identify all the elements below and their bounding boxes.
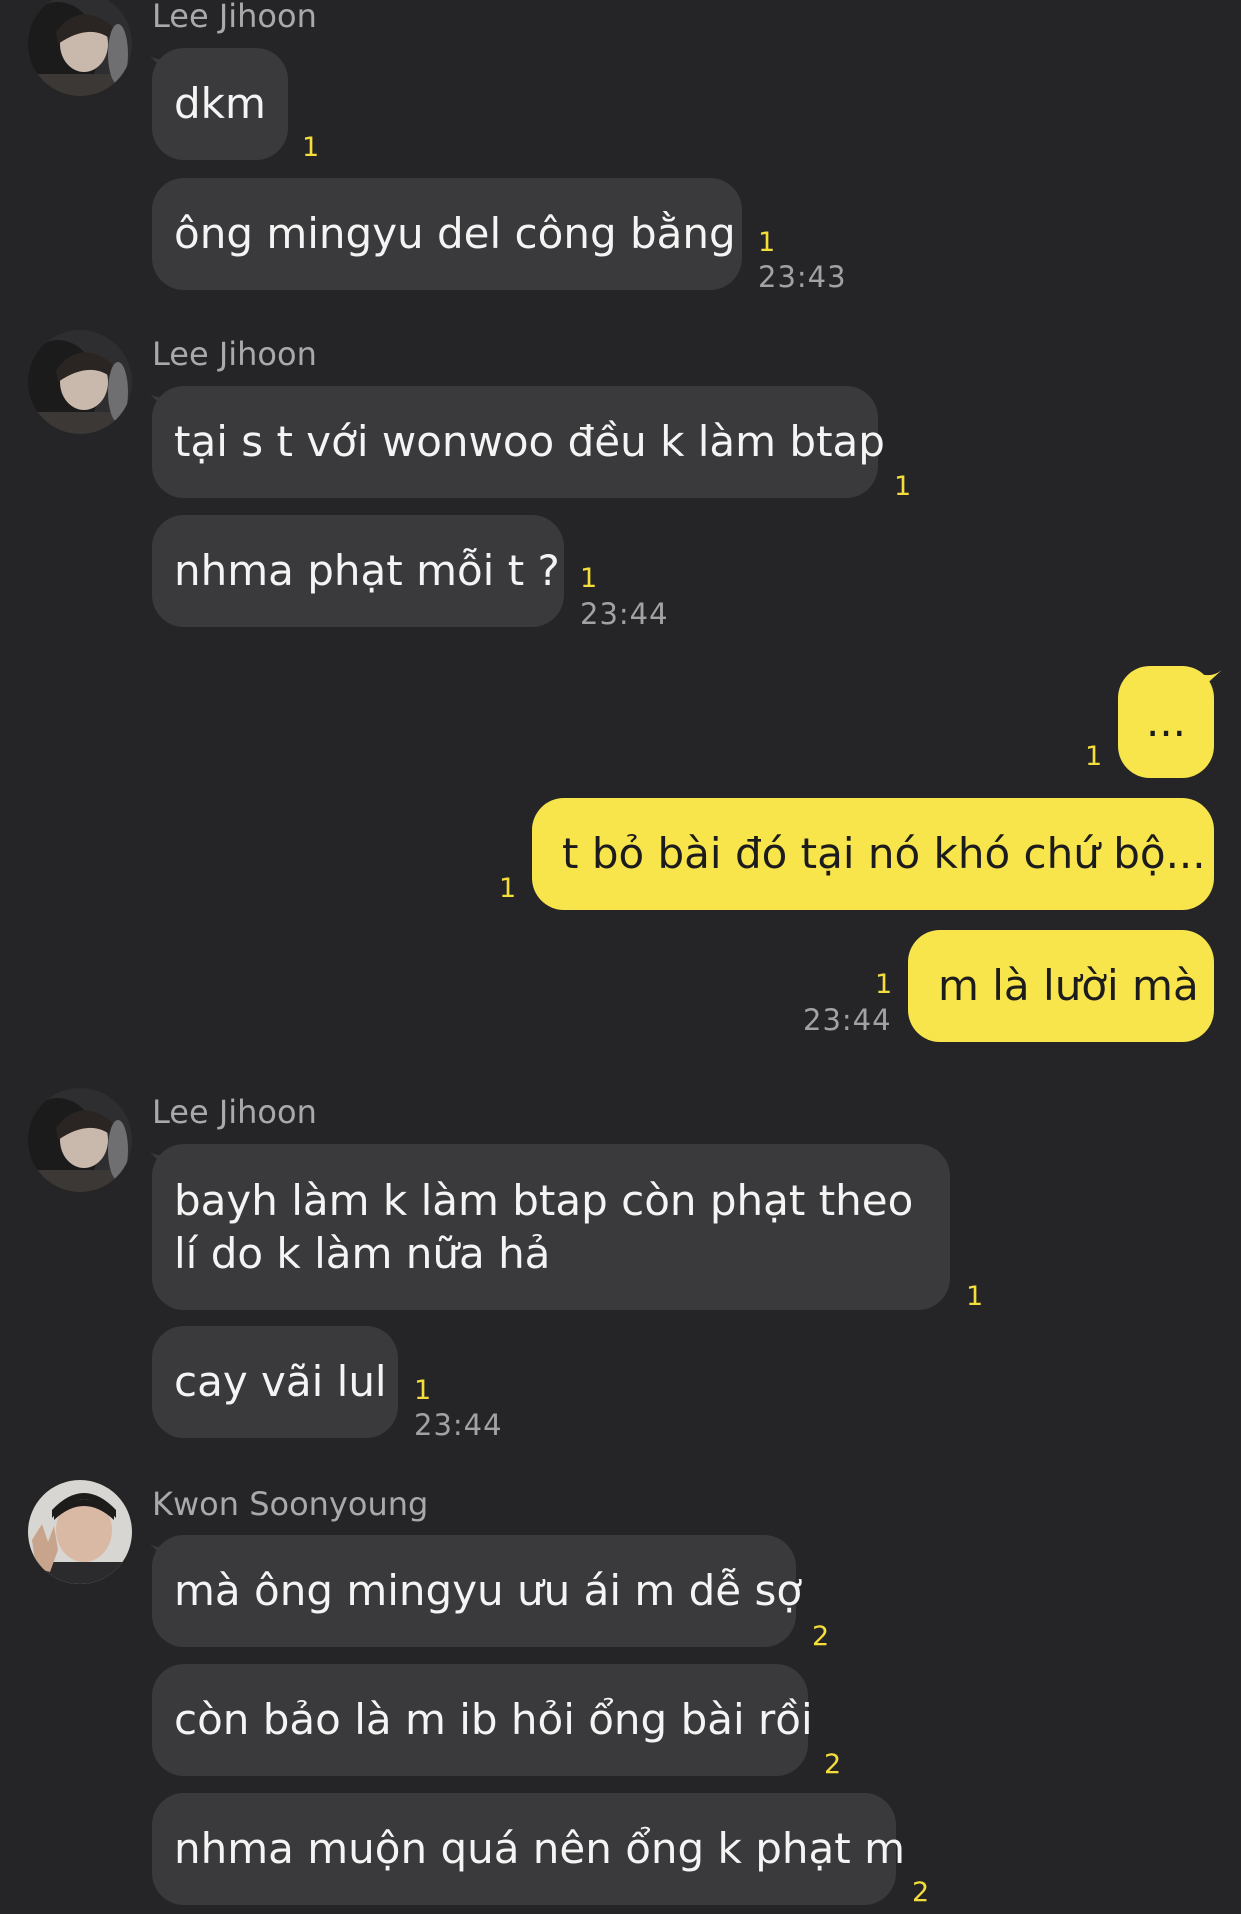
unread-count: 2	[812, 1621, 830, 1652]
unread-count: 1	[499, 873, 517, 904]
message-time: 23:44	[580, 597, 669, 631]
unread-count: 2	[824, 1749, 842, 1780]
avatar-lee-jihoon[interactable]	[28, 330, 132, 434]
message-bubble[interactable]: nhma phạt mỗi t ?	[152, 515, 564, 627]
unread-count: 1	[580, 563, 598, 594]
message-text: cay vãi lul	[174, 1357, 387, 1406]
message-bubble[interactable]: ông mingyu del công bằng	[152, 178, 742, 290]
message-bubble[interactable]: ...	[1118, 666, 1214, 778]
profile-photo-icon	[28, 1088, 132, 1192]
profile-photo-icon	[28, 0, 132, 96]
message-bubble[interactable]: tại s t với wonwoo đều k làm btap	[152, 386, 885, 498]
message-bubble[interactable]: mà ông mingyu ưu ái m dễ sợ	[152, 1535, 802, 1647]
message-bubble[interactable]: nhma muộn quá nên ổng k phạt m	[152, 1793, 905, 1905]
profile-photo-icon	[28, 330, 132, 434]
avatar-lee-jihoon[interactable]	[28, 1088, 132, 1192]
unread-count: 2	[912, 1877, 930, 1908]
unread-count: 1	[875, 969, 893, 1000]
sender-name: Lee Jihoon	[152, 1093, 317, 1131]
sender-name: Lee Jihoon	[152, 0, 317, 35]
avatar-lee-jihoon[interactable]	[28, 0, 132, 96]
unread-count: 1	[894, 471, 912, 502]
message-bubble[interactable]: dkm	[152, 48, 288, 160]
message-time: 23:43	[758, 260, 847, 294]
message-time: 23:44	[414, 1408, 503, 1442]
sender-name: Lee Jihoon	[152, 335, 317, 373]
unread-count: 1	[966, 1281, 984, 1312]
message-bubble[interactable]: cay vãi lul	[152, 1326, 398, 1438]
unread-count: 1	[414, 1375, 432, 1406]
message-text: bayh làm k làm btap còn phạt theo lí do …	[174, 1176, 914, 1278]
profile-photo-icon	[28, 1480, 132, 1584]
message-text: ...	[1145, 697, 1187, 746]
unread-count: 1	[1085, 741, 1103, 772]
message-bubble[interactable]: m là lười mà	[908, 930, 1214, 1042]
message-bubble[interactable]: còn bảo là m ib hỏi ổng bài rồi	[152, 1664, 813, 1776]
message-text: t bỏ bài đó tại nó khó chứ bộ...	[562, 829, 1206, 878]
message-text: nhma phạt mỗi t ?	[174, 546, 560, 595]
sender-name: Kwon Soonyoung	[152, 1485, 429, 1523]
message-text: dkm	[174, 79, 266, 128]
message-text: nhma muộn quá nên ổng k phạt m	[174, 1824, 905, 1873]
avatar-kwon-soonyoung[interactable]	[28, 1480, 132, 1584]
message-text: mà ông mingyu ưu ái m dễ sợ	[174, 1566, 803, 1615]
message-text: tại s t với wonwoo đều k làm btap	[174, 417, 885, 466]
message-bubble[interactable]: t bỏ bài đó tại nó khó chứ bộ...	[532, 798, 1214, 910]
message-text: ông mingyu del công bằng	[174, 209, 736, 258]
message-text: còn bảo là m ib hỏi ổng bài rồi	[174, 1695, 813, 1744]
message-bubble[interactable]: bayh làm k làm btap còn phạt theo lí do …	[152, 1144, 950, 1310]
unread-count: 1	[758, 227, 776, 258]
message-time: 23:44	[803, 1003, 892, 1037]
unread-count: 1	[302, 132, 320, 163]
message-text: m là lười mà	[938, 961, 1199, 1010]
